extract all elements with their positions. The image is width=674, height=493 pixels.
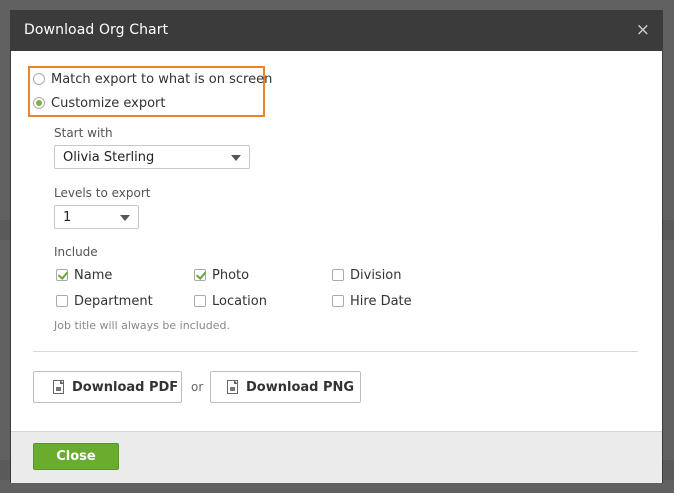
start-with-value: Olivia Sterling [63,149,155,165]
include-location[interactable]: Location [194,292,267,310]
checkbox-label: Department [74,293,153,309]
checkbox[interactable] [332,295,344,307]
checkbox-label: Division [350,267,402,283]
download-pdf-label: Download PDF [72,379,179,395]
include-label: Include [54,245,98,259]
chevron-down-icon [120,215,130,221]
checkbox-label: Photo [212,267,250,283]
job-title-note: Job title will always be included. [54,319,230,332]
include-division[interactable]: Division [332,266,402,284]
radio-button[interactable] [33,73,45,85]
radio-label: Customize export [51,95,166,111]
radio-label: Match export to what is on screen [51,71,273,87]
close-button[interactable]: Close [33,443,119,470]
or-separator: or [191,380,204,394]
checkbox-label: Location [212,293,267,309]
download-png-label: Download PNG [246,379,355,395]
download-pdf-button[interactable]: Download PDF [33,371,182,403]
radio-customize-export[interactable]: Customize export [33,94,165,112]
levels-select[interactable]: 1 [54,205,139,229]
dialog-footer: Close [11,431,662,483]
page-backdrop: Download Org Chart × Match export to wha… [0,0,674,493]
include-photo[interactable]: Photo [194,266,249,284]
download-png-button[interactable]: Download PNG [210,371,361,403]
start-with-select[interactable]: Olivia Sterling [54,145,250,169]
pdf-file-icon [53,380,64,394]
levels-value: 1 [63,209,72,225]
dialog-titlebar: Download Org Chart × [11,11,662,51]
dialog-title: Download Org Chart [24,22,169,38]
start-with-label: Start with [54,126,113,140]
checkbox[interactable] [332,269,344,281]
radio-match-screen[interactable]: Match export to what is on screen [33,70,272,88]
download-org-chart-dialog: Download Org Chart × Match export to wha… [11,11,662,483]
checkbox-label: Name [74,267,113,283]
image-file-icon [227,380,238,394]
checkbox[interactable] [194,295,206,307]
radio-button[interactable] [33,97,45,109]
checkbox-label: Hire Date [350,293,412,309]
chevron-down-icon [231,155,241,161]
checkbox[interactable] [194,269,206,281]
include-name[interactable]: Name [56,266,112,284]
divider [33,351,638,352]
checkbox[interactable] [56,295,68,307]
include-hire-date[interactable]: Hire Date [332,292,412,310]
checkbox[interactable] [56,269,68,281]
close-icon[interactable]: × [636,20,650,40]
include-department[interactable]: Department [56,292,153,310]
levels-label: Levels to export [54,186,151,200]
